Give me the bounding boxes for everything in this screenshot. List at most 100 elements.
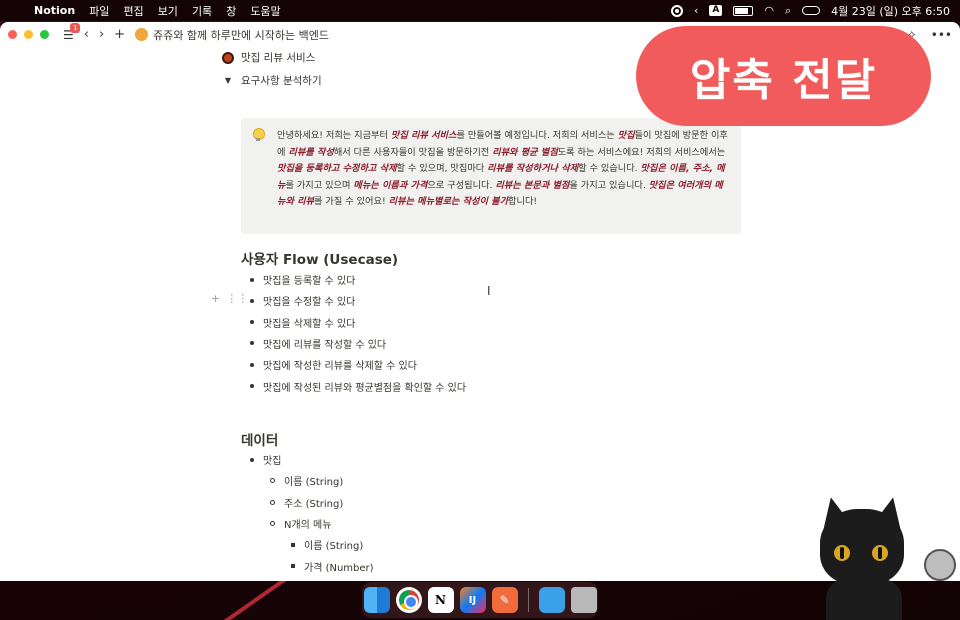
data-list-item[interactable]: 이름 (String) (291, 537, 363, 552)
bullet-dot-icon (250, 298, 254, 303)
data-list-item[interactable]: 주소 (String) (270, 495, 343, 510)
data-item-text: N개의 메뉴 (284, 519, 332, 531)
drag-handle-icon[interactable]: ⋮⋮ (226, 292, 248, 305)
folder-icon[interactable] (538, 587, 565, 613)
callout-text-segment: 안녕하세요! 저희는 지금부터 (277, 130, 391, 141)
top-toggle-row[interactable]: 맛집 리뷰 서비스 (222, 50, 315, 65)
input-source-icon[interactable]: A (709, 5, 723, 16)
data-item-text: 이름 (String) (284, 477, 344, 489)
menu-view[interactable]: 보기 (158, 3, 178, 19)
callout-emphasis: 맛집 리뷰 서비스 (390, 130, 457, 141)
paw-icon[interactable]: ✎ (491, 587, 518, 613)
cat-head (820, 509, 904, 585)
usecase-item[interactable]: 맛집을 수정할 수 있다 (250, 293, 355, 308)
record-icon[interactable] (670, 4, 683, 17)
menu-app-name[interactable]: Notion (34, 4, 75, 17)
service-logo-icon (222, 51, 234, 64)
usecase-text: 맛집을 수정할 수 있다 (263, 297, 356, 309)
bullet-dot-icon (250, 277, 254, 282)
bullet-dot-icon (250, 341, 254, 346)
data-list-item[interactable]: 이름 (String) (270, 473, 343, 488)
usecase-text: 맛집에 리뷰를 작성할 수 있다 (263, 339, 387, 351)
callout-emphasis: 맛집 (617, 130, 635, 141)
bullet-circle-icon (270, 499, 275, 505)
notion-icon[interactable]: N (427, 587, 454, 613)
callout-text: 안녕하세요! 저희는 지금부터 맛집 리뷰 서비스를 만들어볼 예정입니다. 저… (277, 128, 729, 211)
top-toggle-label: 맛집 리뷰 서비스 (241, 52, 316, 64)
data-list-item[interactable]: N개의 리뷰 (270, 580, 331, 581)
control-center-icon[interactable] (802, 6, 821, 15)
minimize-window-button[interactable] (24, 30, 33, 39)
cat-eye-left (834, 545, 850, 561)
bullet-square-icon (291, 542, 295, 547)
intro-callout[interactable]: 안녕하세요! 저희는 지금부터 맛집 리뷰 서비스를 만들어볼 예정입니다. 저… (241, 118, 741, 234)
finder-icon[interactable] (363, 587, 390, 613)
data-list-item[interactable]: 가격 (Number) (291, 559, 374, 574)
menu-help[interactable]: 도움말 (250, 3, 280, 19)
search-icon[interactable]: ⌕ (785, 4, 791, 18)
menu-history[interactable]: 기록 (192, 3, 212, 19)
data-list-item[interactable]: N개의 메뉴 (270, 516, 331, 531)
usecase-item[interactable]: 맛집을 삭제할 수 있다 (250, 315, 355, 330)
back-arrow-icon[interactable]: ‹ (84, 27, 89, 42)
callout-text-segment: 합니다! (508, 196, 538, 208)
callout-text-segment: 을 가지고 있습니다. (569, 179, 649, 191)
data-item-text: N개의 리뷰 (284, 580, 331, 581)
dock: N IJ ✎ (362, 582, 598, 618)
callout-emphasis: 메뉴는 이름과 가격 (353, 179, 428, 191)
callout-emphasis: 리뷰는 본문과 별점 (495, 179, 570, 191)
bullet-circle-icon (270, 478, 275, 484)
battery-icon[interactable] (733, 5, 754, 16)
add-page-icon[interactable]: + (114, 27, 125, 42)
bullet-dot-icon (250, 362, 254, 367)
bullet-dot-icon (250, 320, 254, 325)
callout-text-segment: 해서 다른 사용자들이 맛집을 방문하기전 (333, 146, 493, 158)
cat-avatar (812, 494, 912, 620)
toggle-block[interactable]: ▼ 요구사항 분석하기 (222, 73, 322, 88)
usecase-item[interactable]: 맛집에 리뷰를 작성할 수 있다 (250, 336, 386, 351)
fullscreen-window-button[interactable] (40, 30, 49, 39)
callout-text-segment: 할 수 있습니다. (578, 163, 641, 175)
cat-eye-right (872, 545, 888, 561)
breadcrumb[interactable]: 쥬쥬와 함께 하루만에 시작하는 백엔드 (135, 27, 329, 43)
wifi-icon[interactable]: ◠ (764, 4, 774, 17)
data-item-text: 이름 (String) (304, 541, 364, 553)
callout-text-segment: 를 만들어볼 예정입니다. 저희의 서비스는 (456, 130, 618, 141)
sidebar-toggle-icon[interactable]: ☰ 1 (63, 22, 81, 42)
dock-separator (527, 588, 529, 612)
menu-datetime[interactable]: 4월 23일 (일) 오후 6:50 (831, 3, 950, 19)
usecase-item[interactable]: 맛집에 작성한 리뷰를 삭제할 수 있다 (250, 357, 417, 372)
intellij-icon[interactable]: IJ (459, 587, 486, 613)
toggle-triangle-icon[interactable]: ▼ (222, 76, 234, 85)
bullet-dot-icon (250, 384, 254, 388)
page-title[interactable]: 쥬쥬와 함께 하루만에 시작하는 백엔드 (153, 27, 329, 43)
notification-badge: 1 (70, 22, 81, 33)
usecase-text: 맛집을 등록할 수 있다 (263, 276, 356, 287)
menu-window[interactable]: 창 (226, 3, 236, 19)
callout-emphasis: 리뷰는 메뉴별로는 작성이 불가 (388, 196, 509, 208)
usecase-item[interactable]: 맛집에 작성된 리뷰와 평균별점을 확인할 수 있다 (250, 379, 466, 394)
data-list-item[interactable]: 맛집 (250, 452, 281, 467)
forward-arrow-icon[interactable]: › (99, 27, 104, 42)
block-handle[interactable]: + ⋮⋮ (211, 292, 248, 305)
window-controls (8, 30, 49, 39)
trash-icon[interactable] (570, 587, 597, 613)
close-window-button[interactable] (8, 30, 17, 39)
bullet-square-icon (291, 564, 295, 568)
data-heading: 데이터 (241, 433, 279, 449)
callout-emphasis: 리뷰를 작성하거나 삭제 (487, 163, 579, 175)
usecase-item[interactable]: 맛집을 등록할 수 있다 (250, 272, 355, 287)
usecase-text: 맛집에 작성된 리뷰와 평균별점을 확인할 수 있다 (263, 382, 467, 394)
add-block-icon[interactable]: + (211, 292, 220, 305)
chrome-icon[interactable] (395, 587, 422, 613)
mouse-icon (924, 549, 956, 581)
more-options-icon[interactable]: ••• (931, 28, 952, 42)
callout-emphasis: 리뷰와 평균 별점 (492, 146, 558, 158)
callout-text-segment: 할 수 있으며, 맛집마다 (396, 163, 488, 175)
callout-text-segment: 으로 구성됩니다. (427, 179, 496, 191)
chevron-left-icon[interactable]: ‹ (694, 4, 698, 17)
callout-text-segment: 를 가질 수 있어요! (314, 196, 389, 208)
menu-edit[interactable]: 편집 (123, 3, 143, 19)
menu-file[interactable]: 파일 (89, 3, 109, 19)
data-item-text: 가격 (Number) (304, 562, 374, 574)
